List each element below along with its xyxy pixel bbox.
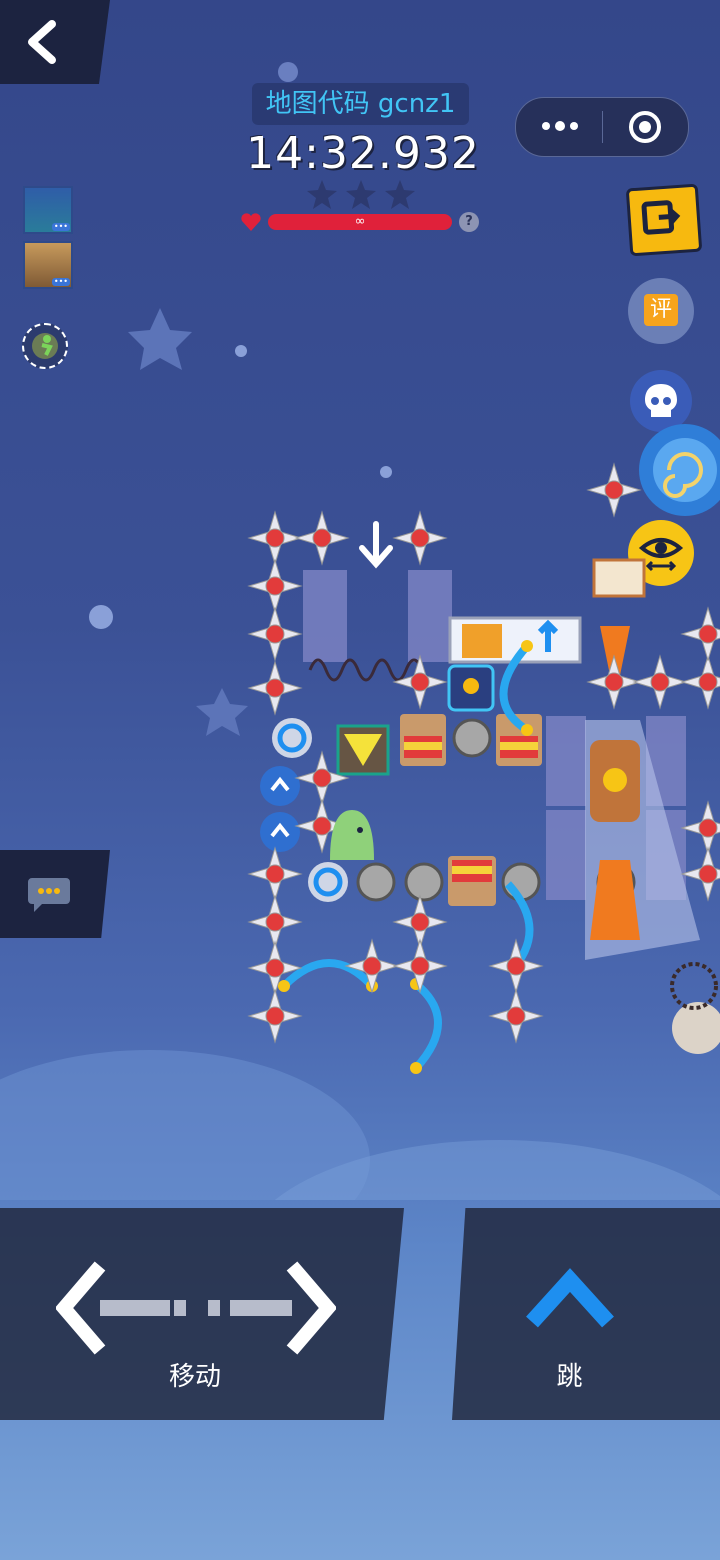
star-icon <box>346 180 376 209</box>
more-dots-icon: ••• <box>51 222 70 231</box>
heart-icon <box>241 213 261 231</box>
star-icon <box>307 180 337 209</box>
runner-icon <box>32 333 58 359</box>
help-icon[interactable]: ? <box>459 212 479 232</box>
jump-label: 跳 <box>556 1362 583 1392</box>
star-rating <box>307 180 415 209</box>
more-dots-icon[interactable] <box>540 116 580 136</box>
level-timer: 14:32.932 <box>246 128 480 179</box>
jump-arrow-icon <box>526 1268 614 1328</box>
player-avatar[interactable]: ••• <box>23 241 73 289</box>
record-target-icon[interactable] <box>628 110 662 144</box>
menu-capsule <box>515 97 689 157</box>
map-code-label: 地图代码 gcnz1 <box>252 83 469 125</box>
rate-label: 评 <box>644 294 678 326</box>
move-label: 移动 <box>168 1362 221 1392</box>
exit-level-button[interactable] <box>625 183 703 257</box>
move-pad[interactable]: 移动 <box>0 1208 404 1420</box>
jump-pad[interactable]: 跳 <box>452 1208 720 1420</box>
left-right-arrows-icon <box>56 1261 336 1355</box>
player-avatar[interactable]: ••• <box>23 186 73 234</box>
level-map <box>247 424 720 1074</box>
lives-bar: ∞ <box>268 214 452 230</box>
exit-level-icon <box>641 200 681 235</box>
star-icon <box>385 180 415 209</box>
rate-button[interactable]: 评 <box>628 278 694 344</box>
character-badge[interactable] <box>22 323 68 369</box>
chat-bubble-icon <box>28 878 70 912</box>
more-dots-icon: ••• <box>51 277 70 286</box>
chat-button[interactable] <box>0 850 110 938</box>
